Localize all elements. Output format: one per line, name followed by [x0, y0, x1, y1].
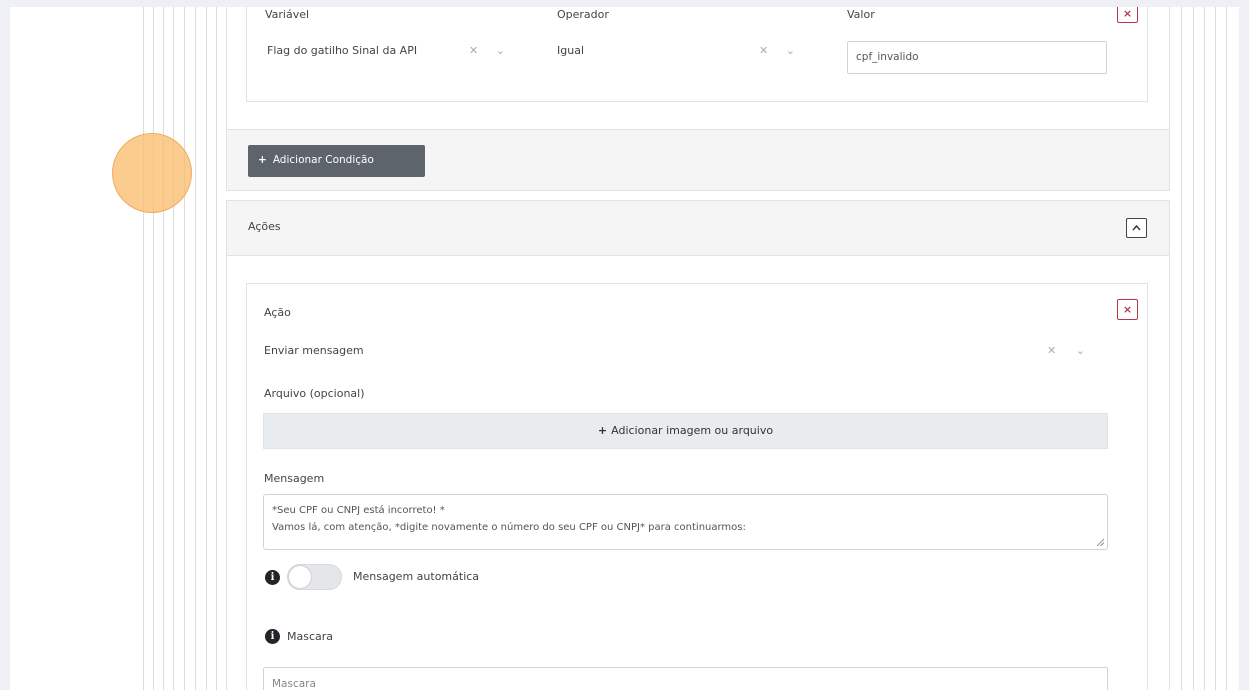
mask-input[interactable]: Mascara: [263, 667, 1108, 690]
actions-title: Ações: [248, 220, 281, 233]
condition-card: Variável Operador Valor × Flag do gatilh…: [246, 7, 1148, 102]
collapse-actions-button[interactable]: [1126, 218, 1147, 238]
workflow-editor: Variável Operador Valor × Flag do gatilh…: [10, 7, 1239, 690]
auto-message-toggle[interactable]: [287, 564, 342, 590]
plus-icon: +: [597, 424, 608, 437]
plus-icon: +: [258, 154, 267, 166]
action-card: Ação × Enviar mensagem ✕ ⌄ Arquivo (opci…: [246, 283, 1148, 690]
chevron-down-icon[interactable]: ⌄: [1076, 344, 1086, 357]
container-border: [143, 7, 144, 690]
message-label: Mensagem: [264, 472, 325, 485]
add-file-button[interactable]: + Adicionar imagem ou arquivo: [263, 413, 1108, 449]
variable-select-value: Flag do gatilho Sinal da API: [267, 44, 418, 57]
info-icon[interactable]: i: [265, 629, 280, 644]
chevron-down-icon[interactable]: ⌄: [786, 44, 796, 57]
remove-condition-button[interactable]: ×: [1117, 7, 1138, 23]
remove-action-button[interactable]: ×: [1117, 299, 1138, 320]
container-border: [184, 7, 185, 690]
variable-header: Variável: [265, 8, 310, 21]
operator-select[interactable]: Igual ✕ ⌄: [547, 36, 817, 64]
clear-icon[interactable]: ✕: [759, 44, 769, 57]
container-border: [206, 7, 207, 690]
toggle-knob: [289, 566, 311, 588]
operator-header: Operador: [557, 8, 609, 21]
message-line: *Seu CPF ou CNPJ está incorreto! *: [272, 505, 445, 516]
container-border: [1193, 7, 1194, 690]
resize-handle[interactable]: [1097, 539, 1104, 546]
add-condition-bar: + Adicionar Condição: [226, 129, 1170, 191]
container-border: [1215, 7, 1216, 690]
container-border: [153, 7, 154, 690]
value-input[interactable]: cpf_invalido: [847, 41, 1107, 74]
add-condition-label: Adicionar Condição: [272, 154, 374, 166]
operator-select-value: Igual: [557, 44, 584, 57]
action-select-value: Enviar mensagem: [264, 344, 364, 357]
action-select[interactable]: Enviar mensagem ✕ ⌄: [257, 336, 1107, 364]
clear-icon[interactable]: ✕: [1047, 344, 1057, 357]
mask-label: Mascara: [287, 630, 334, 643]
message-line: Vamos lá, com atenção, *digite novamente…: [272, 522, 746, 533]
value-header: Valor: [847, 8, 875, 21]
container-border: [216, 7, 217, 690]
container-border: [1181, 7, 1182, 690]
variable-select[interactable]: Flag do gatilho Sinal da API ✕ ⌄: [257, 36, 542, 64]
action-label: Ação: [264, 306, 291, 319]
container-border: [163, 7, 164, 690]
container-border: [1204, 7, 1205, 690]
container-border: [1226, 7, 1227, 690]
chevron-down-icon[interactable]: ⌄: [496, 44, 506, 57]
add-file-label: Adicionar imagem ou arquivo: [611, 424, 774, 437]
info-icon[interactable]: i: [265, 570, 280, 585]
container-border: [173, 7, 174, 690]
auto-message-label: Mensagem automática: [353, 570, 480, 583]
clear-icon[interactable]: ✕: [469, 44, 479, 57]
message-textarea[interactable]: *Seu CPF ou CNPJ está incorreto! * Vamos…: [263, 494, 1108, 550]
chevron-up-icon: [1132, 224, 1141, 231]
add-condition-button[interactable]: + Adicionar Condição: [248, 145, 425, 177]
actions-header[interactable]: Ações: [226, 200, 1170, 256]
file-label: Arquivo (opcional): [264, 387, 365, 400]
click-indicator: [112, 133, 192, 213]
container-border: [195, 7, 196, 690]
